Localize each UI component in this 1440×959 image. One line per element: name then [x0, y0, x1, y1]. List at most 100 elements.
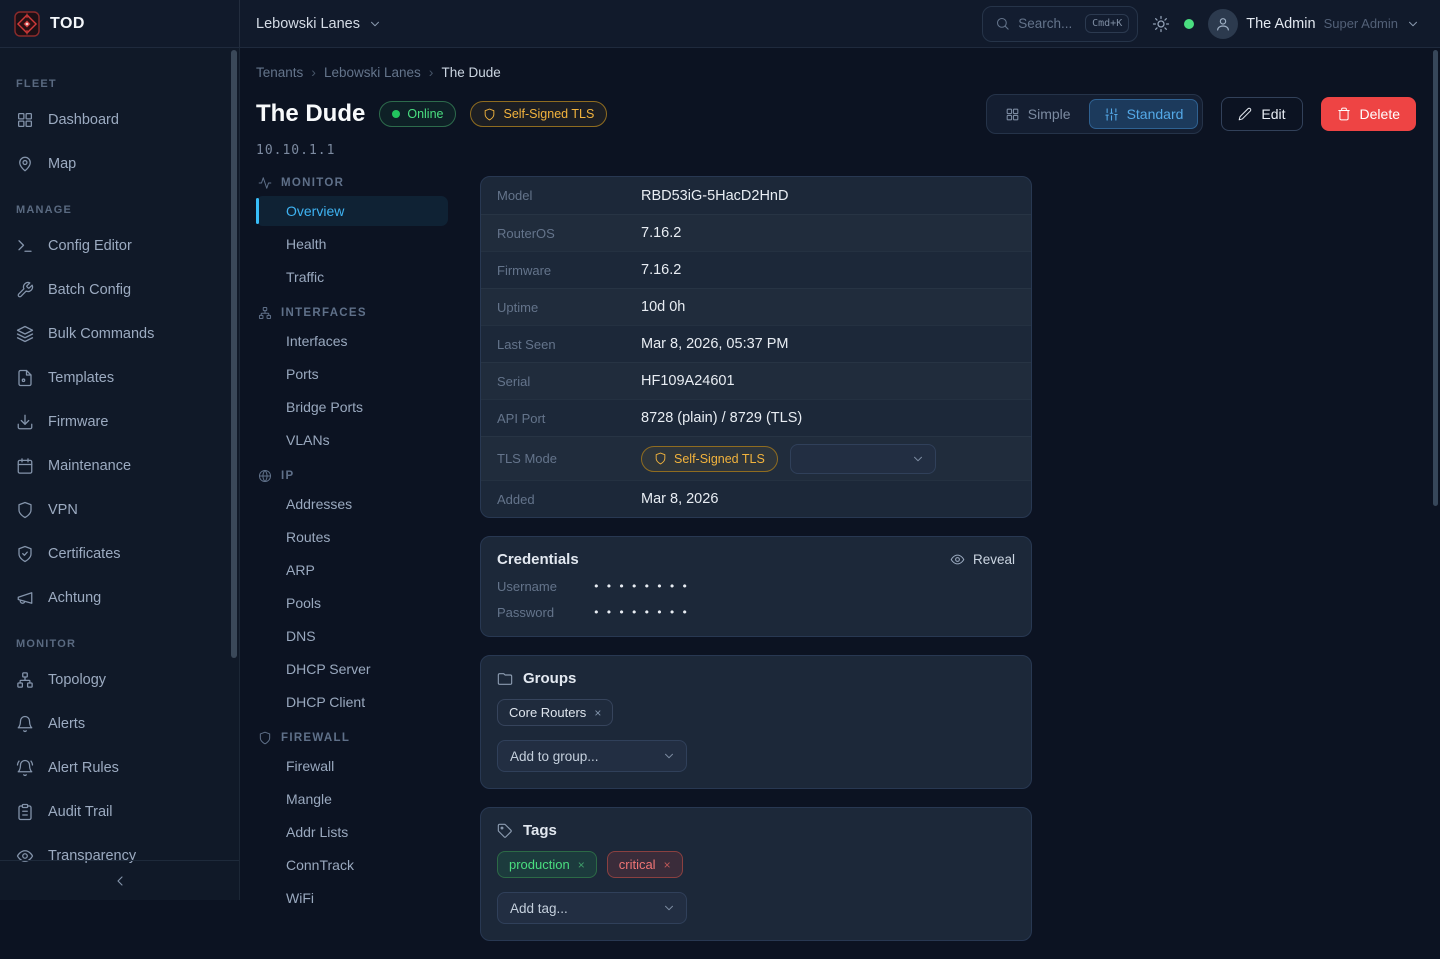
wrench-icon [16, 281, 34, 299]
detail-label: Firmware [497, 263, 641, 278]
sidebar-item-label: Map [48, 156, 76, 172]
subnav-item-mangle[interactable]: Mangle [256, 784, 448, 814]
network-icon [258, 306, 272, 320]
bell-icon [16, 715, 34, 733]
sidebar-item-bulk-commands[interactable]: Bulk Commands [0, 312, 239, 356]
add-to-group-placeholder: Add to group... [510, 749, 599, 764]
sidebar-item-config-editor[interactable]: Config Editor [0, 224, 239, 268]
sidebar-item-templates[interactable]: Templates [0, 356, 239, 400]
theme-toggle-button[interactable] [1152, 15, 1170, 33]
credentials-title: Credentials [497, 551, 579, 568]
shield-icon [654, 452, 667, 465]
subnav-item-dhcp-server[interactable]: DHCP Server [256, 654, 448, 684]
detail-label: Model [497, 188, 641, 203]
breadcrumb-tenants[interactable]: Tenants [256, 65, 303, 80]
detail-value: Mar 8, 2026 [641, 491, 718, 507]
tls-mode-select[interactable] [790, 444, 936, 474]
view-mode-simple-label: Simple [1028, 106, 1071, 122]
subnav-item-conntrack[interactable]: ConnTrack [256, 850, 448, 880]
layers-icon [16, 325, 34, 343]
remove-chip-icon[interactable]: × [578, 858, 585, 872]
tls-badge: Self-Signed TLS [470, 101, 607, 127]
tag-chip-label: production [509, 857, 570, 872]
add-tag-placeholder: Add tag... [510, 901, 568, 916]
chevron-left-icon [112, 873, 128, 889]
sidebar-item-achtung[interactable]: Achtung [0, 576, 239, 620]
sidebar-item-certificates[interactable]: Certificates [0, 532, 239, 576]
sidebar-item-batch-config[interactable]: Batch Config [0, 268, 239, 312]
groups-title: Groups [497, 670, 576, 687]
search-box[interactable]: Cmd+K [982, 6, 1138, 42]
detail-row-tls-mode: TLS Mode Self-Signed TLS [481, 436, 1031, 480]
online-status-dot [1184, 19, 1194, 29]
reveal-button[interactable]: Reveal [950, 552, 1015, 567]
subnav-item-traffic[interactable]: Traffic [256, 262, 448, 292]
sidebar-item-maintenance[interactable]: Maintenance [0, 444, 239, 488]
view-mode-simple[interactable]: Simple [991, 99, 1085, 129]
subnav-item-firewall[interactable]: Firewall [256, 751, 448, 781]
page-scrollbar[interactable] [1433, 50, 1438, 506]
subnav-item-health[interactable]: Health [256, 229, 448, 259]
sidebar-scrollbar[interactable] [231, 50, 237, 658]
detail-row-serial: Serial HF109A24601 [481, 362, 1031, 399]
subnav-item-vlans[interactable]: VLANs [256, 425, 448, 455]
user-menu[interactable]: The Admin Super Admin [1208, 9, 1420, 39]
subnav-item-dns[interactable]: DNS [256, 621, 448, 651]
sidebar-item-firmware[interactable]: Firmware [0, 400, 239, 444]
view-mode-standard[interactable]: Standard [1089, 99, 1199, 129]
credential-masked-value: •••••••• [593, 606, 694, 619]
detail-value: HF109A24601 [641, 373, 735, 389]
breadcrumb-tenant[interactable]: Lebowski Lanes [324, 65, 421, 80]
edit-button[interactable]: Edit [1221, 97, 1302, 131]
subnav-item-overview[interactable]: Overview [256, 196, 448, 226]
user-name: The Admin [1246, 16, 1315, 32]
detail-label: API Port [497, 411, 641, 426]
sidebar-collapse-button[interactable] [0, 860, 239, 900]
detail-label: RouterOS [497, 226, 641, 241]
subnav-section-label: MONITOR [281, 177, 344, 189]
tag-chip-production: production × [497, 851, 597, 878]
subnav-item-addr-lists[interactable]: Addr Lists [256, 817, 448, 847]
tags-title: Tags [497, 822, 557, 839]
breadcrumb: Tenants › Lebowski Lanes › The Dude [256, 64, 1416, 80]
sidebar: FLEET Dashboard Map MANAGE Config Editor… [0, 48, 240, 900]
sidebar-item-map[interactable]: Map [0, 142, 239, 186]
subnav-item-arp[interactable]: ARP [256, 555, 448, 585]
sidebar-item-label: Bulk Commands [48, 326, 154, 342]
network-icon [16, 671, 34, 689]
sidebar-item-vpn[interactable]: VPN [0, 488, 239, 532]
device-overview-card: Model RBD53iG-5HacD2HnD RouterOS 7.16.2 … [480, 176, 1032, 518]
subnav-item-ports[interactable]: Ports [256, 359, 448, 389]
detail-row-routeros: RouterOS 7.16.2 [481, 214, 1031, 251]
sidebar-item-dashboard[interactable]: Dashboard [0, 98, 239, 142]
subnav-item-routes[interactable]: Routes [256, 522, 448, 552]
tenant-selector[interactable]: Lebowski Lanes [256, 16, 382, 32]
sidebar-item-topology[interactable]: Topology [0, 658, 239, 702]
add-tag-select[interactable]: Add tag... [497, 892, 687, 924]
subnav-item-pools[interactable]: Pools [256, 588, 448, 618]
delete-button[interactable]: Delete [1321, 97, 1416, 131]
status-badge-label: Online [407, 107, 443, 121]
user-icon [1215, 16, 1231, 32]
search-input[interactable] [1018, 16, 1077, 31]
shield-check-icon [16, 545, 34, 563]
sidebar-item-alerts[interactable]: Alerts [0, 702, 239, 746]
remove-chip-icon[interactable]: × [664, 858, 671, 872]
user-role: Super Admin [1324, 16, 1398, 31]
subnav-item-bridge-ports[interactable]: Bridge Ports [256, 392, 448, 422]
detail-label: Added [497, 492, 641, 507]
tls-mode-badge: Self-Signed TLS [641, 446, 778, 472]
subnav-item-wifi[interactable]: WiFi [256, 883, 448, 913]
app-name: TOD [50, 15, 85, 33]
subnav-item-dhcp-client[interactable]: DHCP Client [256, 687, 448, 717]
breadcrumb-separator: › [311, 64, 316, 80]
subnav-section-firewall: FIREWALL [258, 731, 448, 745]
subnav-item-interfaces[interactable]: Interfaces [256, 326, 448, 356]
sidebar-item-audit-trail[interactable]: Audit Trail [0, 790, 239, 834]
add-to-group-select[interactable]: Add to group... [497, 740, 687, 772]
remove-chip-icon[interactable]: × [594, 706, 601, 720]
search-shortcut-kbd: Cmd+K [1085, 14, 1129, 33]
sidebar-item-alert-rules[interactable]: Alert Rules [0, 746, 239, 790]
subnav-section-ip: IP [258, 469, 448, 483]
subnav-item-addresses[interactable]: Addresses [256, 489, 448, 519]
